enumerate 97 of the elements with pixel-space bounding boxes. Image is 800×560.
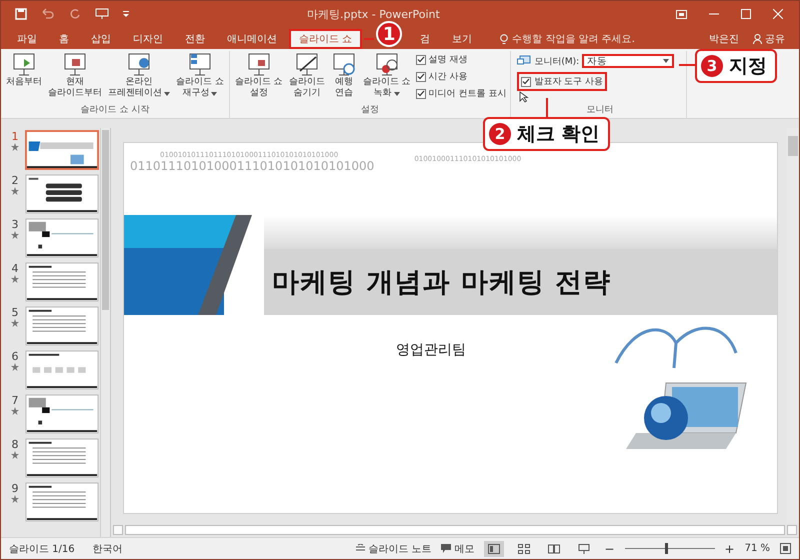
fit-to-window-icon[interactable]: [780, 543, 791, 554]
ribbon-tab[interactable]: 홈: [49, 29, 79, 49]
callout-text: 체크 확인: [517, 122, 600, 147]
slide-thumbnail[interactable]: [25, 482, 99, 522]
star-icon: [11, 143, 19, 151]
checkbox[interactable]: [416, 72, 426, 82]
monitor-icon: [517, 55, 532, 67]
slide-number: 7: [12, 394, 18, 407]
tell-me-field[interactable]: 수행할 작업을 알려 주세요.: [500, 29, 635, 49]
checkbox-label: 미디어 컨트롤 표시: [428, 88, 506, 100]
callout-text: 지정: [729, 54, 767, 79]
checkbox[interactable]: [416, 88, 426, 98]
slide-thumbnail[interactable]: [25, 438, 99, 478]
ribbon-tab[interactable]: 보기: [442, 29, 482, 49]
slide-counter: 슬라이드 1/16: [9, 542, 75, 556]
user-name[interactable]: 박은진: [709, 32, 739, 46]
ribbon-button[interactable]: 슬라이드 숨기기: [288, 51, 326, 103]
ribbon-button[interactable]: 온라인 프레젠테이션: [107, 51, 171, 103]
zoom-slider-thumb[interactable]: [665, 543, 668, 554]
slide-number: 2: [12, 174, 18, 187]
step-number-badge: 1: [376, 21, 402, 47]
slide-number: 9: [12, 482, 18, 495]
slide-number: 8: [12, 438, 18, 451]
zoom-out-button[interactable]: −: [604, 542, 615, 556]
scrollbar[interactable]: [100, 128, 110, 537]
ribbon-button[interactable]: 예행 연습: [330, 51, 358, 103]
binary-text: 01101110101000111010101010101000: [130, 159, 374, 173]
ribbon-tab[interactable]: 검: [410, 29, 440, 49]
reading-view-icon: [548, 544, 560, 554]
star-icon: [11, 319, 19, 327]
checkbox-label: 설명 재생: [428, 54, 468, 66]
ribbon-button[interactable]: 슬라이드 쇼 재구성: [175, 51, 225, 103]
slide-title: 마케팅 개념과 마케팅 전략: [272, 266, 612, 300]
ribbon-button[interactable]: 처음부터: [5, 51, 43, 103]
star-icon: [11, 275, 19, 283]
slide-sorter-icon: [518, 544, 530, 554]
ribbon-tab[interactable]: 애니메이션: [217, 29, 287, 49]
notes-icon: [356, 544, 366, 553]
group-label: 모니터: [586, 104, 614, 117]
lightbulb-icon: [500, 34, 508, 44]
slideshow-icon: [578, 544, 590, 554]
view-button[interactable]: [484, 540, 504, 556]
slide-thumbnail[interactable]: [25, 262, 99, 302]
slide-thumbnail[interactable]: [25, 350, 99, 390]
share-button[interactable]: 공유: [753, 32, 785, 46]
normal-view-icon: [488, 544, 500, 554]
scrollbar[interactable]: [111, 523, 799, 537]
star-icon: [11, 451, 19, 459]
step-number-badge: 2: [489, 123, 511, 145]
checkbox[interactable]: [416, 54, 426, 64]
person-icon: [753, 34, 762, 44]
slide-thumbnail[interactable]: [25, 174, 99, 214]
slide-number: 5: [12, 306, 18, 319]
zoom-in-button[interactable]: +: [724, 542, 735, 556]
slide-subtitle: 영업관리팀: [396, 341, 466, 359]
star-icon: [11, 363, 19, 371]
slide-number: 6: [12, 350, 18, 363]
monitor-dropdown[interactable]: 자동: [582, 54, 674, 68]
slide-thumbnail[interactable]: [25, 306, 99, 346]
comment-icon: [441, 544, 452, 553]
comments-button[interactable]: 메모: [441, 542, 474, 556]
checkbox-label: 시간 사용: [428, 71, 468, 83]
group-label: 설정: [361, 104, 380, 117]
ribbon-tab[interactable]: 삽입: [81, 29, 121, 49]
monitor-label: 모니터(M):: [534, 56, 580, 68]
presentation-icon[interactable]: [95, 8, 109, 20]
slide-thumbnail[interactable]: [25, 130, 99, 170]
star-icon: [11, 187, 19, 195]
ribbon-tab[interactable]: 슬라이드 쇼: [289, 29, 362, 49]
star-icon: [11, 231, 19, 239]
slide-thumbnail[interactable]: [25, 218, 99, 258]
language-indicator: 한국어: [92, 542, 123, 556]
caret-icon: [663, 59, 670, 63]
ribbon-button[interactable]: 슬라이드 쇼 녹화: [362, 51, 412, 103]
window-title: 마케팅.pptx - PowerPoint: [307, 6, 441, 22]
close-icon[interactable]: [773, 9, 783, 19]
slide-number: 1: [12, 130, 18, 143]
ribbon-tab[interactable]: 디자인: [123, 29, 173, 49]
step-number-badge: 3: [701, 55, 723, 77]
notes-button[interactable]: 슬라이드 노트: [356, 542, 432, 556]
slide-thumbnail[interactable]: [25, 394, 99, 434]
save-icon[interactable]: [15, 8, 27, 20]
slide-number: 4: [12, 262, 18, 275]
zoom-level[interactable]: 71 %: [744, 543, 770, 554]
ribbon-button[interactable]: 슬라이드 쇼 설정: [234, 51, 284, 103]
group-label: 슬라이드 쇼 시작: [80, 104, 150, 117]
star-icon: [11, 407, 19, 415]
checkbox-label: 발표자 도구 사용: [534, 76, 604, 88]
slide-number: 3: [12, 218, 18, 231]
checkbox[interactable]: [521, 76, 532, 86]
ribbon-tab[interactable]: 전환: [175, 29, 215, 49]
ribbon-display-icon[interactable]: [676, 10, 687, 18]
customize-toolbar-icon[interactable]: [123, 10, 129, 18]
ribbon-button[interactable]: 현재 슬라이드부터: [47, 51, 103, 103]
ribbon-tab[interactable]: 파일: [7, 29, 47, 49]
star-icon: [11, 495, 19, 503]
maximize-icon[interactable]: [741, 9, 751, 19]
